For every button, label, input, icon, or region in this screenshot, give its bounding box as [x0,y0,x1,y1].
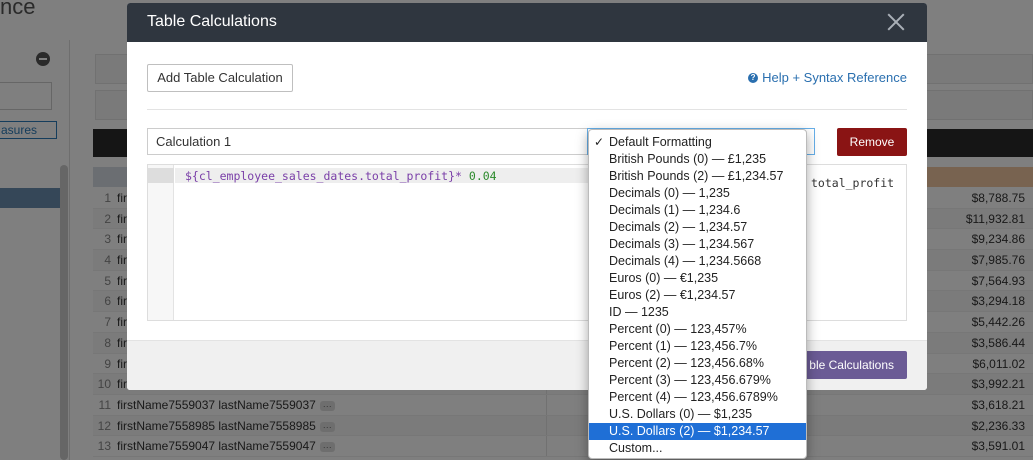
help-syntax-link[interactable]: ? Help + Syntax Reference [748,70,907,85]
format-option[interactable]: Decimals (3) — 1,234.567 [589,236,806,253]
format-option[interactable]: ID — 1235 [589,304,806,321]
format-option[interactable]: Decimals (2) — 1,234.57 [589,219,806,236]
expression-code[interactable]: ${cl_employee_sales_dates.total_profit}*… [185,169,497,183]
format-option[interactable]: Percent (4) — 123,456.6789% [589,389,806,406]
divider [147,109,907,110]
format-option[interactable]: British Pounds (0) — £1,235 [589,151,806,168]
modal-title: Table Calculations [147,13,277,30]
format-dropdown-list[interactable]: Default FormattingBritish Pounds (0) — £… [588,129,807,459]
format-option[interactable]: Custom... [589,440,806,457]
numeric-literal: 0.04 [468,169,497,183]
format-option[interactable]: Percent (0) — 123,457% [589,321,806,338]
gutter-active-line [148,168,174,183]
operator: * [455,169,462,183]
calculation-name-input[interactable]: Calculation 1 [147,128,587,155]
format-option[interactable]: U.S. Dollars (0) — $1,235 [589,406,806,423]
format-option[interactable]: Decimals (4) — 1,234.5668 [589,253,806,270]
format-option[interactable]: Euros (0) — €1,235 [589,270,806,287]
field-reference: ${cl_employee_sales_dates.total_profit} [185,169,456,183]
modal-footer: ble Calculations [127,340,927,390]
format-option[interactable]: Default Formatting [589,134,806,151]
editor-gutter [148,165,174,320]
format-option[interactable]: Decimals (1) — 1,234.6 [589,202,806,219]
format-option[interactable]: Percent (2) — 123,456.68% [589,355,806,372]
format-option[interactable]: Decimals (0) — 1,235 [589,185,806,202]
format-option[interactable]: Euros (2) — €1,234.57 [589,287,806,304]
remove-button[interactable]: Remove [837,128,907,156]
format-option[interactable]: U.S. Dollars (2) — $1,234.57 [589,423,806,440]
field-preview-text: total_profit [811,176,895,190]
close-icon[interactable] [883,9,909,35]
table-calculations-modal: Table Calculations Add Table Calculation… [127,3,927,390]
format-option[interactable]: British Pounds (2) — £1,234.57 [589,168,806,185]
question-icon: ? [748,72,759,83]
help-link-label: Help + Syntax Reference [762,70,907,85]
modal-header: Table Calculations [127,3,927,42]
format-option[interactable]: Percent (3) — 123,456.679% [589,372,806,389]
format-option[interactable]: Percent (1) — 123,456.7% [589,338,806,355]
add-table-calculation-button[interactable]: Add Table Calculation [147,64,293,92]
